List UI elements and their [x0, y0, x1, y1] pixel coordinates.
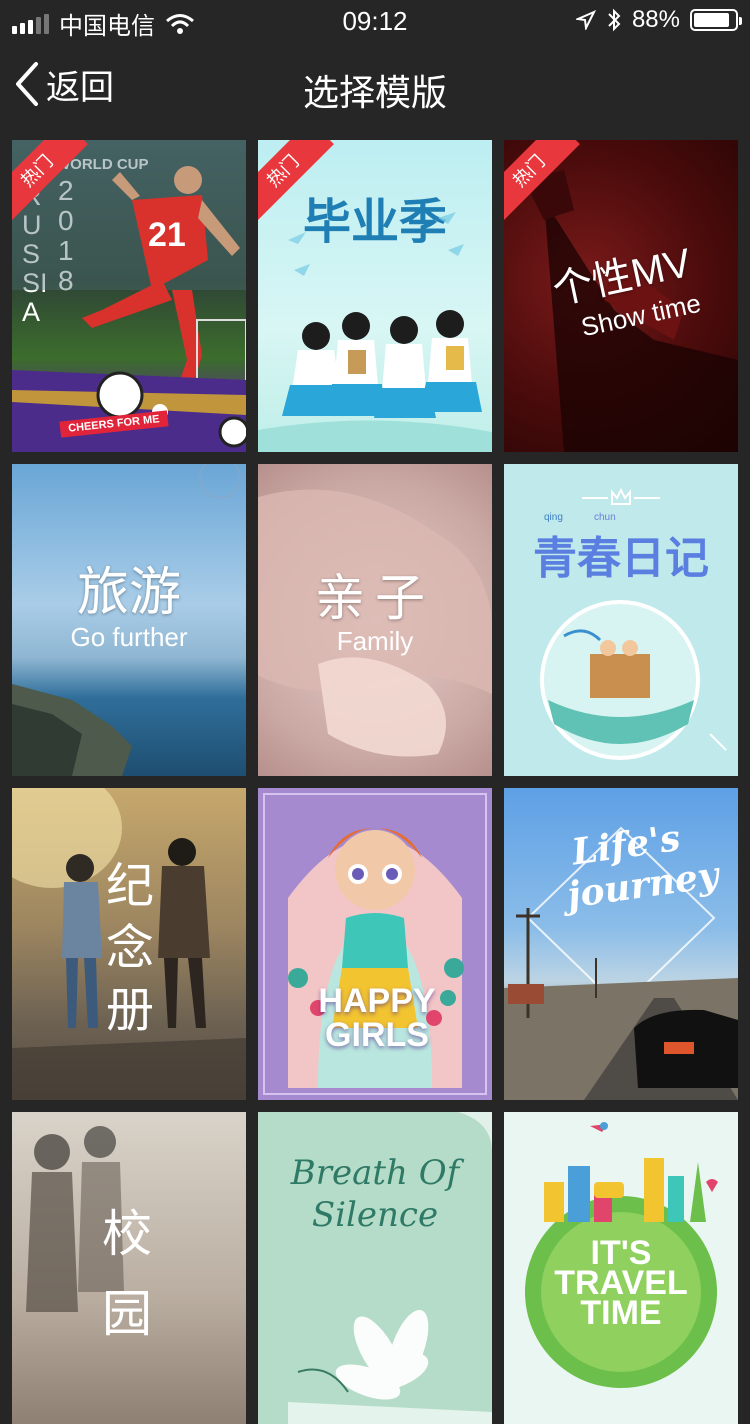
- template-subtitle: Family: [336, 626, 414, 656]
- students-illustration: [258, 212, 492, 452]
- template-travel-time[interactable]: IT'S TRAVEL TIME: [504, 1112, 738, 1424]
- template-subtitle: Go further: [70, 622, 188, 652]
- template-breath-of-silence[interactable]: Breath Of Silence: [258, 1112, 492, 1424]
- template-worldcup[interactable]: 热门 WORLD CUP RUSSIA 2018 CHEERS FOR ME 2…: [12, 140, 246, 452]
- battery-fill: [694, 13, 729, 27]
- jersey-number: 21: [148, 216, 186, 254]
- template-title: 校园: [102, 1206, 152, 1342]
- player-illustration: [12, 140, 246, 452]
- nav-bar: 返回 选择模版: [0, 40, 750, 128]
- flower-illustration: [288, 1112, 492, 1424]
- battery-icon: [690, 9, 742, 31]
- template-mv[interactable]: 热门 个性MV Show time: [504, 140, 738, 452]
- template-happy-girls[interactable]: HAPPY GIRLS: [258, 788, 492, 1100]
- template-title: IT'S TRAVEL TIME: [554, 1234, 688, 1332]
- template-title: 纪念册: [106, 860, 155, 1037]
- template-youth-diary[interactable]: qing chun 青春日记: [504, 464, 738, 776]
- template-title: 旅游: [76, 564, 181, 622]
- template-graduation[interactable]: 热门 毕业季: [258, 140, 492, 452]
- battery-percent: 88%: [631, 6, 680, 33]
- fishbowl-illustration: [540, 600, 727, 760]
- template-lifes-journey[interactable]: Life's journey: [504, 788, 738, 1100]
- template-travel[interactable]: 旅游 Go further: [12, 464, 246, 776]
- status-right: 88%: [575, 6, 742, 34]
- template-title: Life's journey: [564, 816, 722, 917]
- template-title: 亲子: [315, 570, 435, 626]
- page-title: 选择模版: [302, 72, 447, 113]
- location-arrow-icon: [575, 10, 596, 30]
- bluetooth-icon: [608, 8, 621, 32]
- template-memorial[interactable]: 纪念册: [12, 788, 246, 1100]
- template-title: HAPPY GIRLS: [318, 982, 436, 1054]
- template-grid: 热门 WORLD CUP RUSSIA 2018 CHEERS FOR ME 2…: [12, 140, 738, 1424]
- template-campus[interactable]: 校园: [12, 1112, 246, 1424]
- template-family[interactable]: 亲子 Family: [258, 464, 492, 776]
- status-bar: 中国电信 09:12 88%: [0, 0, 750, 40]
